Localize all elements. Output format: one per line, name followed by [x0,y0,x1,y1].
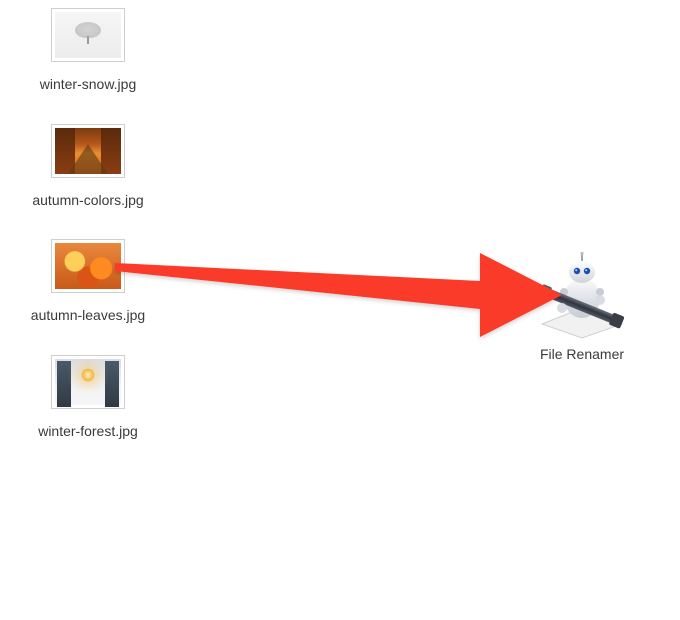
file-name-label: autumn-leaves.jpg [31,307,145,325]
file-item[interactable]: autumn-colors.jpg [8,124,168,210]
file-item[interactable]: autumn-leaves.jpg [8,239,168,325]
file-item[interactable]: winter-snow.jpg [8,8,168,94]
file-name-label: autumn-colors.jpg [32,192,143,210]
automator-icon [534,250,630,340]
file-name-label: winter-forest.jpg [38,423,138,441]
app-name-label: File Renamer [540,346,624,362]
file-item[interactable]: winter-forest.jpg [8,355,168,441]
automator-app[interactable]: File Renamer [522,250,642,362]
file-thumbnail [51,8,125,62]
file-list: winter-snow.jpg autumn-colors.jpg autumn… [8,8,168,470]
file-thumbnail [51,124,125,178]
file-thumbnail [51,239,125,293]
file-thumbnail [51,355,125,409]
file-name-label: winter-snow.jpg [40,76,137,94]
